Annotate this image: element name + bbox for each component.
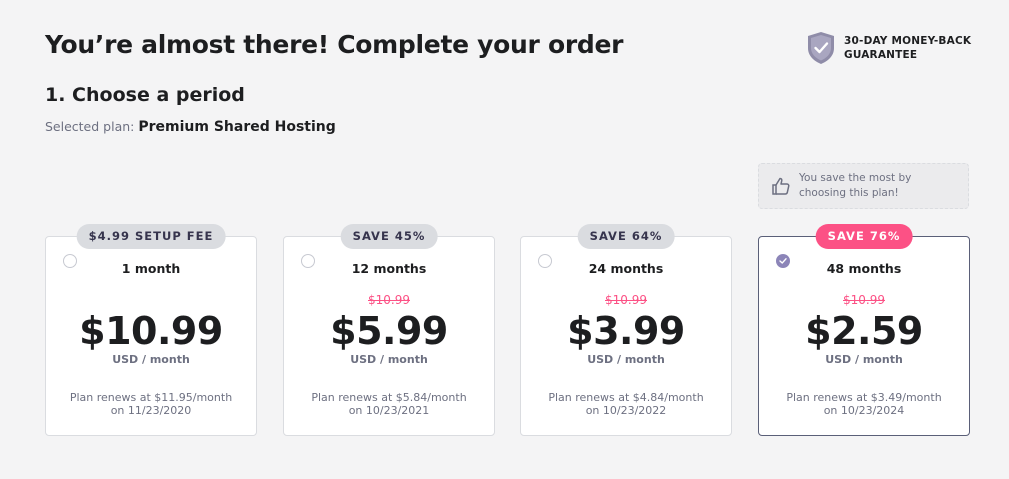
plan-card-12-months[interactable]: SAVE 45% 12 months $10.99 $5.99 USD / mo…	[283, 224, 495, 436]
plan-badge: SAVE 45%	[340, 224, 438, 249]
step-title: 1. Choose a period	[45, 84, 245, 106]
plan-renewal-line-1: Plan renews at $11.95/month	[69, 391, 233, 404]
shield-check-icon	[808, 32, 834, 64]
plan-card-1-month[interactable]: $4.99 SETUP FEE 1 month $10.99 USD / mon…	[45, 224, 257, 436]
money-back-guarantee: 30-DAY MONEY-BACK GUARANTEE	[807, 31, 971, 65]
selected-plan: Selected plan: Premium Shared Hosting	[45, 119, 336, 135]
guarantee-line-1: 30-DAY MONEY-BACK	[844, 35, 972, 47]
plan-price: $5.99	[330, 309, 448, 353]
plan-period: 48 months	[826, 261, 902, 276]
plan-price-unit: USD / month	[825, 353, 903, 366]
plan-renewal-line-2: on 10/23/2021	[348, 404, 430, 417]
plan-price-unit: USD / month	[350, 353, 428, 366]
best-value-tip: You save the most by choosing this plan!	[758, 163, 969, 209]
plan-price: $10.99	[79, 309, 223, 353]
plan-period: 24 months	[588, 261, 664, 276]
plan-renewal-line-1: Plan renews at $3.49/month	[786, 391, 942, 404]
plan-badge: SAVE 64%	[577, 224, 675, 249]
plan-renewal: Plan renews at $4.84/month on 10/23/2022	[531, 391, 721, 417]
plan-price: $3.99	[567, 309, 685, 353]
plan-renewal-line-1: Plan renews at $4.84/month	[548, 391, 704, 404]
plan-price-unit: USD / month	[587, 353, 665, 366]
plan-card-24-months[interactable]: SAVE 64% 24 months $10.99 $3.99 USD / mo…	[520, 224, 732, 436]
plan-badge: SAVE 76%	[815, 224, 913, 249]
plan-renewal: Plan renews at $3.49/month on 10/23/2024	[769, 391, 959, 417]
plan-renewal: Plan renews at $5.84/month on 10/23/2021	[294, 391, 484, 417]
plan-renewal: Plan renews at $11.95/month on 11/23/202…	[56, 391, 246, 417]
tip-line-2: choosing this plan!	[799, 187, 899, 199]
plan-renewal-line-1: Plan renews at $5.84/month	[311, 391, 467, 404]
plan-price: $2.59	[805, 309, 923, 353]
plan-price-unit: USD / month	[112, 353, 190, 366]
plan-period: 12 months	[351, 261, 427, 276]
guarantee-line-2: GUARANTEE	[844, 49, 918, 61]
thumbs-up-icon	[772, 177, 790, 195]
plan-renewal-line-2: on 10/23/2024	[823, 404, 905, 417]
selected-plan-value: Premium Shared Hosting	[138, 119, 336, 135]
page-title: You’re almost there! Complete your order	[45, 30, 624, 59]
plan-badge: $4.99 SETUP FEE	[76, 224, 226, 249]
tip-line-1: You save the most by	[799, 172, 912, 184]
plan-period: 1 month	[121, 261, 181, 276]
plan-renewal-line-2: on 10/23/2022	[585, 404, 667, 417]
plan-old-price: $10.99	[368, 293, 410, 307]
plan-card-48-months[interactable]: SAVE 76% 48 months $10.99 $2.59 USD / mo…	[758, 224, 970, 436]
selected-plan-label: Selected plan:	[45, 119, 135, 134]
plan-old-price: $10.99	[843, 293, 885, 307]
plan-old-price: $10.99	[605, 293, 647, 307]
plan-renewal-line-2: on 11/23/2020	[110, 404, 192, 417]
